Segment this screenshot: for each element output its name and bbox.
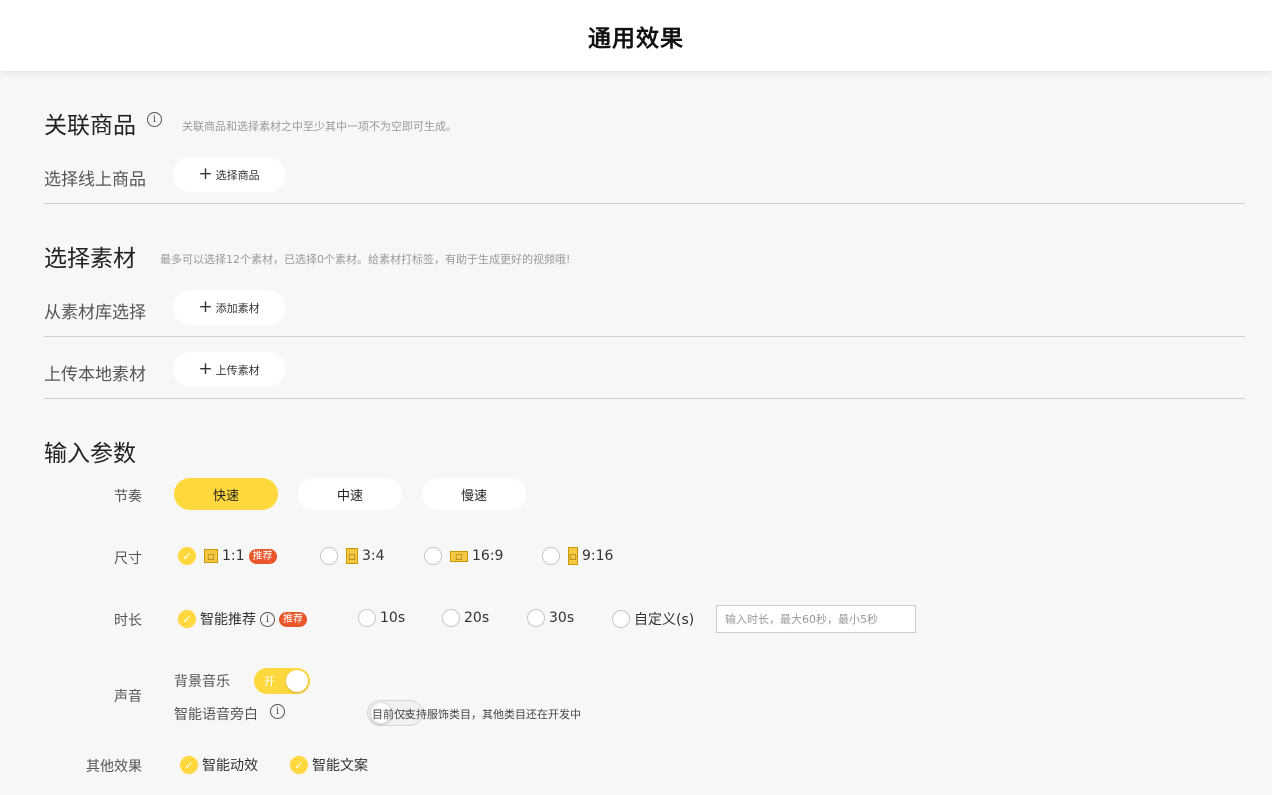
page-header: 通用效果: [0, 0, 1272, 71]
radio-circle: [424, 547, 442, 565]
info-icon[interactable]: i: [147, 112, 162, 127]
size-option-9-16[interactable]: ▢ 9:16: [542, 547, 613, 565]
radio-circle: [612, 610, 630, 628]
duration-label: 时长: [114, 613, 142, 629]
check-icon: ✓: [178, 610, 196, 628]
info-icon[interactable]: i: [260, 611, 275, 627]
size-option-1-1[interactable]: ✓ ▢ 1:1 推荐: [178, 547, 277, 565]
bgm-toggle[interactable]: 开: [254, 668, 310, 694]
duration-custom-option[interactable]: 自定义(s): [612, 609, 694, 629]
speed-slow-button[interactable]: 慢速: [422, 478, 526, 510]
speed-medium-button[interactable]: 中速: [298, 478, 402, 510]
linked-products-hint: 关联商品和选择素材之中至少其中一项不为空即可生成。: [182, 120, 457, 133]
params-title: 输入参数: [44, 441, 136, 467]
duration-20s-option[interactable]: 20s: [442, 609, 489, 627]
material-library-label: 从素材库选择: [44, 303, 146, 323]
size-label: 尺寸: [114, 551, 142, 567]
check-icon: ✓: [180, 756, 198, 774]
plus-icon: +: [198, 164, 213, 184]
size-option-16-9[interactable]: ▢ 16:9: [424, 547, 503, 565]
local-material-label: 上传本地素材: [44, 365, 146, 385]
recommend-badge: 推荐: [279, 611, 307, 627]
ratio-tall-icon: ▢: [568, 547, 578, 565]
toggle-knob: [286, 670, 308, 692]
duration-input[interactable]: [716, 605, 916, 633]
plus-icon: +: [198, 297, 213, 317]
smart-copy-option[interactable]: ✓ 智能文案: [290, 755, 368, 775]
divider: [44, 398, 1245, 399]
select-product-button[interactable]: + 选择商品: [173, 157, 285, 192]
upload-material-button[interactable]: + 上传素材: [173, 352, 285, 387]
ratio-square-icon: ▢: [204, 549, 218, 563]
divider: [44, 336, 1245, 337]
check-icon: ✓: [290, 756, 308, 774]
radio-circle: [527, 609, 545, 627]
check-icon: ✓: [178, 547, 196, 565]
ratio-landscape-icon: ▢: [450, 550, 468, 562]
smart-animation-option[interactable]: ✓ 智能动效: [180, 755, 258, 775]
plus-icon: +: [198, 359, 213, 379]
radio-circle: [442, 609, 460, 627]
recommend-badge: 推荐: [248, 548, 277, 564]
page-title: 通用效果: [588, 25, 684, 52]
duration-30s-option[interactable]: 30s: [527, 609, 574, 627]
size-option-3-4[interactable]: ▢ 3:4: [320, 547, 385, 565]
radio-circle: [358, 609, 376, 627]
duration-10s-option[interactable]: 10s: [358, 609, 405, 627]
duration-smart-option[interactable]: ✓ 智能推荐 i 推荐: [178, 609, 307, 629]
divider: [44, 203, 1245, 204]
sound-label: 声音: [114, 689, 142, 705]
radio-circle: [542, 547, 560, 565]
add-material-button[interactable]: + 添加素材: [173, 290, 285, 325]
rhythm-label: 节奏: [114, 489, 142, 505]
voice-note: 目前仅支持服饰类目，其他类目还在开发中: [372, 708, 581, 721]
speed-fast-button[interactable]: 快速: [174, 478, 278, 510]
other-effects-label: 其他效果: [86, 759, 142, 775]
bgm-label: 背景音乐: [174, 674, 230, 690]
voice-label: 智能语音旁白: [174, 707, 258, 723]
materials-title: 选择素材: [44, 246, 136, 272]
materials-hint: 最多可以选择12个素材，已选择0个素材。给素材打标签，有助于生成更好的视频哦!: [160, 253, 571, 266]
ratio-portrait-icon: ▢: [346, 548, 358, 564]
info-icon[interactable]: i: [270, 704, 285, 719]
linked-products-title: 关联商品: [44, 113, 136, 139]
online-products-label: 选择线上商品: [44, 170, 146, 190]
radio-circle: [320, 547, 338, 565]
